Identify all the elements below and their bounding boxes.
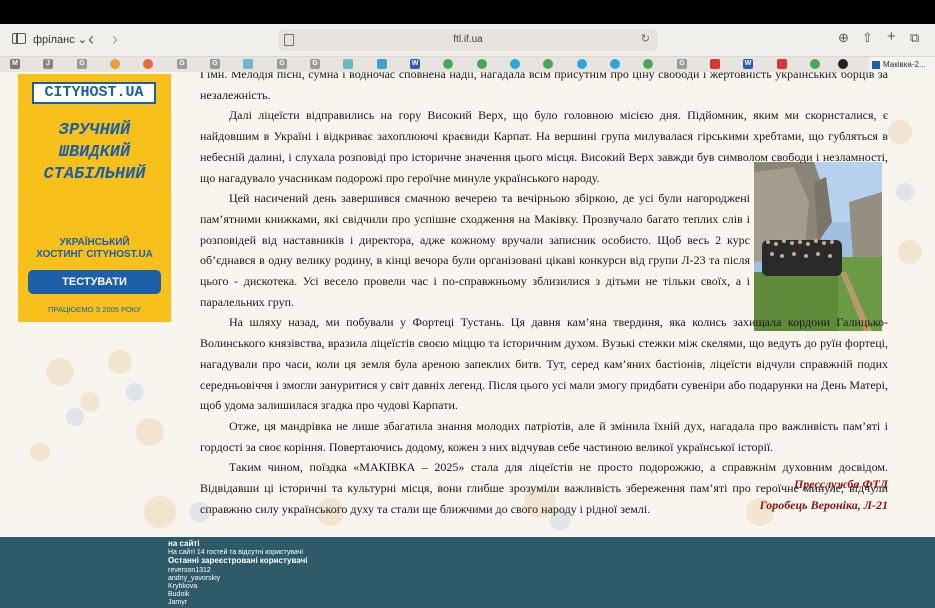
tab-favicon[interactable]: G [177, 59, 187, 69]
tab-favicon[interactable] [477, 59, 487, 69]
tab-favicon[interactable]: G [277, 59, 287, 69]
ad-logo: CITYHOST.UA [32, 82, 156, 104]
share-icon[interactable]: ⇧ [862, 30, 873, 46]
tab-favicon[interactable] [838, 59, 848, 69]
system-top-bar [0, 0, 935, 24]
tab-favicon[interactable] [543, 59, 553, 69]
ad-subtitle-line: УКРАЇНСЬКИЙ [59, 237, 130, 248]
profile-label: фріланс [33, 34, 75, 46]
tab-favicon[interactable] [643, 59, 653, 69]
ad-slogan-line: ЗРУЧНИЙ [58, 121, 131, 140]
tab-overview-icon[interactable]: ⧉ [910, 30, 919, 46]
url-text: ftl.if.ua [453, 34, 483, 45]
ad-subtitle: УКРАЇНСЬКИЙ ХОСТИНГ CITYHOST.UA [26, 237, 163, 261]
download-icon[interactable]: ⊕ [838, 30, 849, 46]
tab-favicon[interactable] [710, 59, 720, 69]
new-tab-icon[interactable]: + [887, 28, 896, 45]
tab-favicon[interactable] [510, 59, 520, 69]
tab-favicon[interactable]: W [743, 59, 753, 69]
footer-user-link[interactable]: Jamyr [168, 599, 187, 607]
active-tab-label: Маківка-2... [883, 60, 926, 69]
ad-test-button[interactable]: ТЕСТУВАТИ [28, 270, 161, 294]
page-content: CITYHOST.UA ЗРУЧНИЙ ШВИДКИЙ СТАБІЛЬНИЙ У… [0, 72, 935, 537]
footer-online-title: на сайті [168, 539, 200, 548]
tab-favicon[interactable]: G [210, 59, 220, 69]
tab-favicon[interactable]: G [310, 59, 320, 69]
tab-favicon[interactable] [810, 59, 820, 69]
profile-selector[interactable]: фріланс ⌄ [33, 33, 87, 46]
site-footer: на сайті На сайті 14 гостей та відсутні … [0, 537, 935, 608]
active-tab-favicon [872, 60, 880, 69]
ad-footer-text: ПРАЦЮЄМО З 2005 РОКУ [48, 305, 141, 314]
article-body: Гімн. Мелодія пісні, сумна і водночас сп… [200, 72, 888, 519]
footer-recent-users-title: Останні зареєстровані користувачі [168, 556, 308, 565]
article-paragraph: Гімн. Мелодія пісні, сумна і водночас сп… [200, 72, 888, 102]
article-paragraph: Отже, ця мандрівка не лише збагатила зна… [200, 418, 888, 454]
article-paragraph: Цей насичений день завершився смачною ве… [200, 191, 750, 309]
cityhost-ad-banner[interactable]: CITYHOST.UA ЗРУЧНИЙ ШВИДКИЙ СТАБІЛЬНИЙ У… [18, 74, 171, 322]
signature-author: Горобець Вероніка, Л-21 [759, 498, 888, 512]
tab-favicon[interactable]: J [43, 59, 53, 69]
article-paragraph: На шляху назад, ми побували у Фортеці Ту… [200, 315, 888, 413]
footer-user-link[interactable]: Budnik [168, 591, 189, 599]
tab-favicon[interactable] [577, 59, 587, 69]
tab-favicon[interactable] [777, 59, 787, 69]
tab-favicon[interactable] [110, 59, 120, 69]
tab-favicon[interactable] [243, 59, 253, 69]
tab-favicon[interactable]: W [410, 59, 420, 69]
forward-button[interactable]: › [112, 29, 118, 49]
signature-press-service: Пресслужба ФТЛ [793, 477, 888, 491]
tab-favicon[interactable] [143, 59, 153, 69]
browser-toolbar: фріланс ⌄ ‹ › ftl.if.ua ↻ ⊕ ⇧ + ⧉ [0, 24, 935, 57]
tab-bar: M J G G G G G W G W Маківка-2... [0, 57, 935, 73]
tab-favicon[interactable]: M [10, 59, 20, 69]
sidebar-toggle-icon[interactable] [12, 33, 26, 44]
footer-user-link[interactable]: Kryhkova [168, 583, 197, 591]
footer-user-link[interactable]: reverson1312 [168, 567, 211, 575]
article-paragraph: Далі ліцеїсти відправились на гору Висок… [200, 108, 888, 185]
tab-favicon[interactable] [443, 59, 453, 69]
active-tab[interactable]: Маківка-2... [869, 57, 935, 72]
tab-favicon[interactable]: G [77, 59, 87, 69]
footer-user-link[interactable]: andriy_yavorskiy [168, 575, 220, 583]
tab-favicon[interactable] [377, 59, 387, 69]
back-button[interactable]: ‹ [88, 29, 94, 49]
ad-slogan: ЗРУЧНИЙ ШВИДКИЙ СТАБІЛЬНИЙ [28, 120, 161, 186]
ad-subtitle-line: ХОСТИНГ CITYHOST.UA [36, 249, 153, 260]
tab-favicon[interactable] [343, 59, 353, 69]
ad-slogan-line: СТАБІЛЬНИЙ [43, 165, 146, 184]
tab-favicon[interactable] [610, 59, 620, 69]
ad-slogan-line: ШВИДКИЙ [58, 143, 131, 162]
tab-favicon[interactable]: G [677, 59, 687, 69]
chevron-down-icon: ⌄ [77, 34, 88, 46]
address-bar[interactable]: ftl.if.ua ↻ [278, 29, 658, 51]
reload-icon[interactable]: ↻ [641, 32, 650, 45]
